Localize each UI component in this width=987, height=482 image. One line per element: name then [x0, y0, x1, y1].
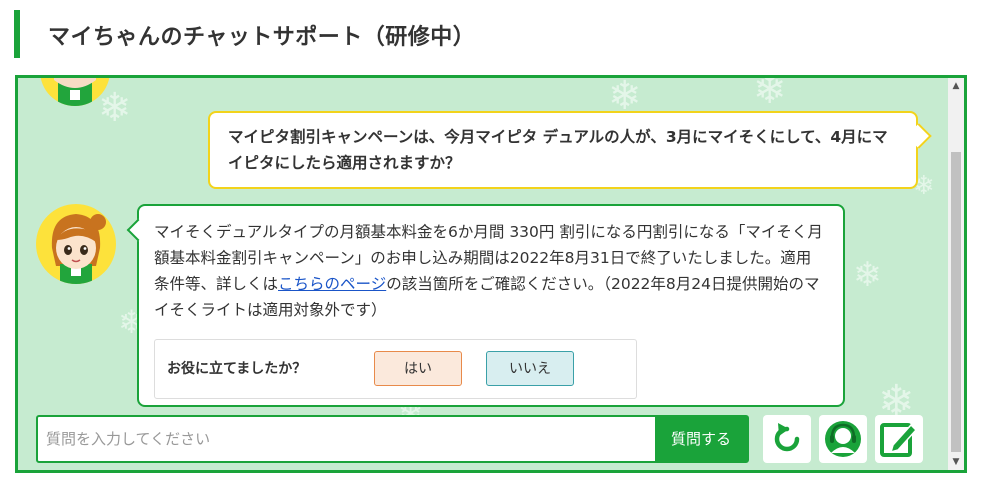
- reset-icon: [774, 423, 800, 452]
- user-message-bubble: マイピタ割引キャンペーンは、今月マイピタ デュアルの人が、3月にマイそくにして、…: [208, 111, 918, 189]
- user-message-text: マイピタ割引キャンペーンは、今月マイピタ デュアルの人が、3月にマイそくにして、…: [228, 128, 888, 172]
- assistant-message-text: マイそくデュアルタイプの月額基本料金を6か月間 330円 割引になる円割引になる…: [154, 219, 826, 323]
- scroll-up-arrow-icon[interactable]: ▲: [948, 78, 964, 94]
- edit-icon: [880, 423, 918, 457]
- reset-button[interactable]: [763, 415, 811, 463]
- feedback-panel: お役に立てましたか？ はい いいえ: [154, 339, 637, 399]
- question-input[interactable]: [38, 417, 656, 461]
- operator-headset-icon: [825, 421, 861, 457]
- operator-button[interactable]: [819, 415, 867, 463]
- details-page-link[interactable]: こちらのページ: [278, 275, 386, 293]
- question-input-group: 質問する: [36, 415, 749, 463]
- feedback-no-button[interactable]: いいえ: [486, 351, 574, 386]
- feedback-question: お役に立てましたか？: [167, 361, 307, 377]
- page-title: マイちゃんのチャットサポート（研修中）: [48, 25, 476, 50]
- snowflake-decoration: ❄: [98, 85, 132, 131]
- snowflake-decoration: ❄: [853, 255, 882, 295]
- assistant-message-bubble: マイそくデュアルタイプの月額基本料金を6か月間 330円 割引になる円割引になる…: [137, 204, 845, 407]
- page-header: マイちゃんのチャットサポート（研修中）: [14, 10, 914, 58]
- chat-window: ❄ ❄ ❄ ❄ ❄ ❄ ❄ ❄ マイピタ割引キャンペーンは、今月マイピタ デュア…: [15, 75, 967, 473]
- chat-scrollbar[interactable]: ▲ ▼: [948, 78, 964, 470]
- snowflake-decoration: ❄: [753, 75, 787, 113]
- feedback-yes-button[interactable]: はい: [374, 351, 462, 386]
- edit-button[interactable]: [875, 415, 923, 463]
- header-accent-bar: [14, 10, 20, 58]
- scroll-down-arrow-icon[interactable]: ▼: [948, 454, 964, 470]
- submit-question-button[interactable]: 質問する: [655, 417, 747, 461]
- assistant-avatar: [36, 204, 116, 284]
- snowflake-decoration: ❄: [608, 75, 642, 119]
- scrollbar-thumb[interactable]: [951, 152, 961, 452]
